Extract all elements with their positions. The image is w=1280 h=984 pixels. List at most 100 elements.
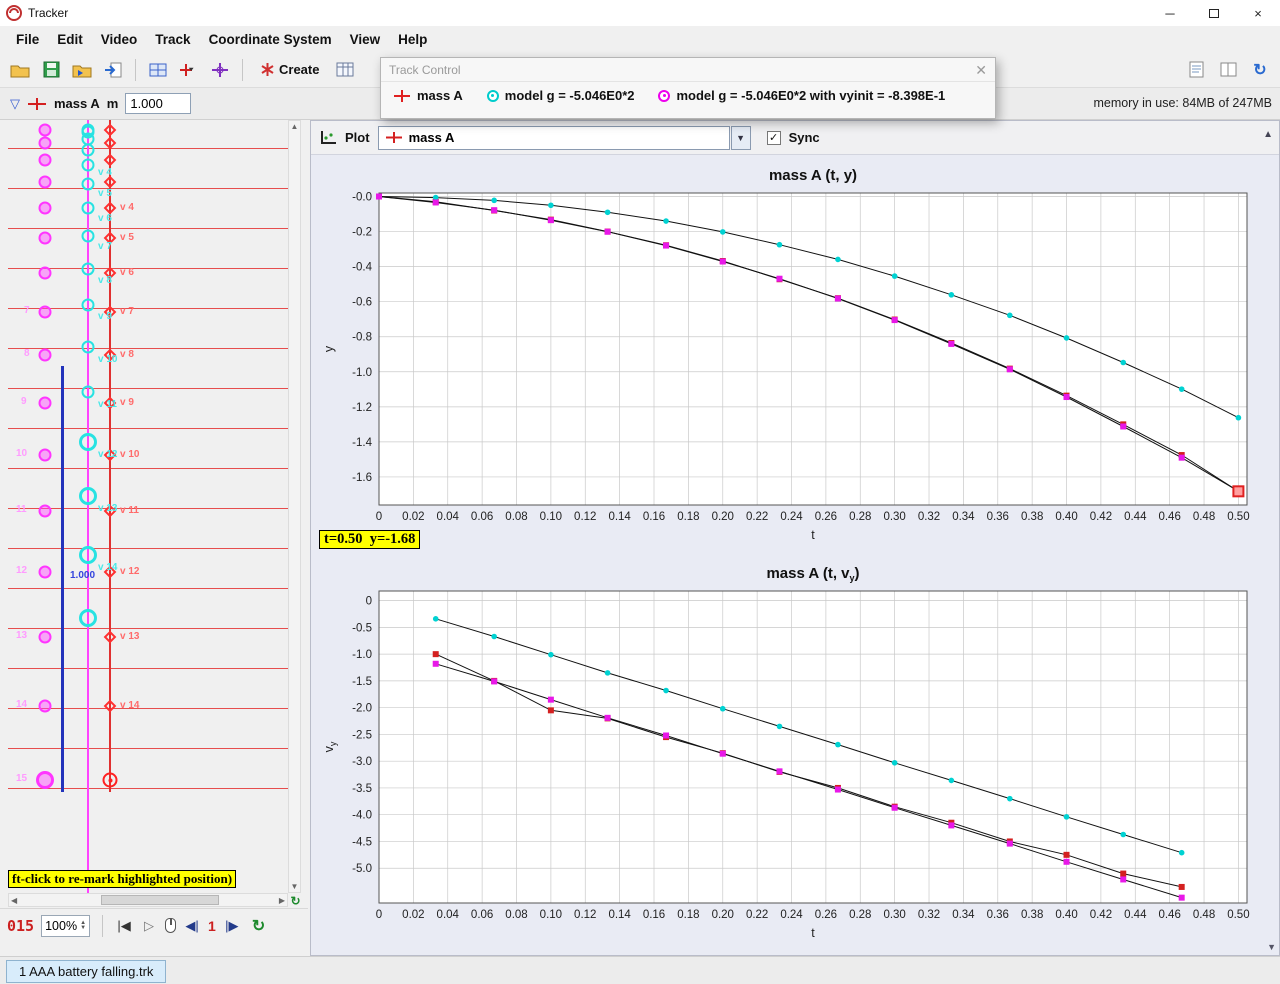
model-g-point[interactable] (82, 178, 95, 191)
sync-checkbox[interactable]: ✓ (767, 131, 781, 145)
reset-button[interactable]: |◀ (115, 918, 133, 934)
model-vyinit-point[interactable] (39, 349, 52, 362)
track-control-close-icon[interactable]: ✕ (975, 62, 987, 79)
data-point[interactable] (892, 317, 898, 323)
data-point[interactable] (433, 651, 439, 657)
data-point[interactable] (433, 661, 439, 667)
plot-y-vs-t[interactable]: 00.020.040.060.080.100.120.140.160.180.2… (319, 159, 1271, 549)
model-vyinit-point[interactable] (39, 202, 52, 215)
plot-area[interactable] (379, 193, 1247, 505)
data-point[interactable] (1120, 423, 1126, 429)
data-point[interactable] (776, 768, 782, 774)
data-point[interactable] (491, 678, 497, 684)
dropdown-arrow-button[interactable]: ▼ (731, 126, 751, 150)
data-point[interactable] (433, 199, 439, 205)
mass-a-point[interactable] (104, 631, 117, 644)
video-vertical-scrollbar[interactable]: ▲ ▼ (288, 120, 301, 893)
loop-button[interactable]: ↻ (252, 916, 265, 936)
model-vyinit-point[interactable] (39, 124, 52, 137)
model-vyinit-point[interactable] (39, 631, 52, 644)
data-point[interactable] (1120, 832, 1126, 838)
mass-a-point[interactable] (103, 773, 118, 788)
menu-coordinate-system[interactable]: Coordinate System (201, 30, 340, 49)
data-point[interactable] (1007, 796, 1013, 802)
clip-settings-button[interactable] (144, 56, 172, 83)
mouse-step-icon[interactable] (165, 918, 176, 933)
data-point[interactable] (948, 341, 954, 347)
model-vyinit-point[interactable] (39, 700, 52, 713)
data-point[interactable] (548, 202, 554, 208)
data-point[interactable] (605, 229, 611, 235)
data-point[interactable] (1007, 366, 1013, 372)
video-canvas[interactable]: ft-click to re-mark highlighted position… (8, 120, 288, 893)
layout-button[interactable] (1214, 56, 1242, 83)
file-tab[interactable]: 1 AAA battery falling.trk (6, 960, 166, 983)
data-point[interactable] (1120, 871, 1126, 877)
data-point[interactable] (433, 616, 439, 622)
data-point[interactable] (605, 670, 611, 676)
data-point[interactable] (1064, 335, 1070, 341)
data-point[interactable] (1064, 814, 1070, 820)
model-g-point[interactable] (82, 144, 95, 157)
scroll-up-icon[interactable]: ▲ (289, 122, 300, 131)
data-point[interactable] (491, 634, 497, 640)
data-point[interactable] (720, 229, 726, 235)
data-point[interactable] (1179, 850, 1185, 856)
model-g-point[interactable] (82, 159, 95, 172)
track-menu-button[interactable]: ▽ (10, 96, 20, 112)
mass-value-field[interactable] (125, 93, 191, 114)
plot-vy-vs-t[interactable]: 00.020.040.060.080.100.120.140.160.180.2… (319, 557, 1271, 947)
track-name-label[interactable]: mass A (54, 96, 100, 111)
data-point[interactable] (1120, 360, 1126, 366)
data-point[interactable] (491, 198, 497, 204)
data-point[interactable] (1064, 852, 1070, 858)
data-point[interactable] (548, 707, 554, 713)
data-point[interactable] (1007, 841, 1013, 847)
zoom-control[interactable]: 100% ▲▼ (41, 915, 90, 937)
data-point[interactable] (491, 207, 497, 213)
data-point[interactable] (1064, 859, 1070, 865)
selected-point[interactable] (1233, 486, 1243, 496)
data-point[interactable] (892, 273, 898, 279)
close-button[interactable]: × (1236, 0, 1280, 26)
data-point[interactable] (949, 292, 955, 298)
model-g-point[interactable] (79, 609, 97, 627)
model-vyinit-point[interactable] (39, 449, 52, 462)
measurement-line[interactable] (61, 366, 64, 792)
model-g-point[interactable] (79, 487, 97, 505)
data-point[interactable] (548, 697, 554, 703)
data-point[interactable] (892, 760, 898, 766)
menu-video[interactable]: Video (93, 30, 146, 49)
data-point[interactable] (777, 242, 783, 248)
model-vyinit-point[interactable] (39, 137, 52, 150)
menu-file[interactable]: File (8, 30, 47, 49)
open-button[interactable] (6, 56, 34, 83)
model-vyinit-point[interactable] (39, 505, 52, 518)
import-button[interactable] (99, 56, 127, 83)
notes-button[interactable] (1182, 56, 1210, 83)
menu-help[interactable]: Help (390, 30, 435, 49)
model-g-point[interactable] (82, 341, 95, 354)
zoom-spinner-icon[interactable]: ▲▼ (80, 921, 86, 931)
panel-resize-icon[interactable]: ▼ (1267, 942, 1276, 952)
data-point[interactable] (1179, 386, 1185, 392)
scroll-left-icon[interactable]: ◀ (11, 896, 17, 905)
data-point[interactable] (1120, 876, 1126, 882)
plot-track-dropdown[interactable]: mass A (378, 126, 730, 150)
track-control-titlebar[interactable]: Track Control ✕ (381, 58, 995, 82)
data-point[interactable] (949, 778, 955, 784)
data-point[interactable] (605, 209, 611, 215)
model-g-point[interactable] (82, 299, 95, 312)
data-point[interactable] (663, 732, 669, 738)
data-point[interactable] (1179, 895, 1185, 901)
scroll-right-icon[interactable]: ▶ (279, 896, 285, 905)
track-marker-button[interactable] (175, 56, 203, 83)
data-point[interactable] (605, 715, 611, 721)
scrollbar-thumb[interactable] (101, 895, 219, 905)
data-point[interactable] (720, 259, 726, 265)
data-point[interactable] (1007, 313, 1013, 319)
data-point[interactable] (776, 276, 782, 282)
model-vyinit-point[interactable] (39, 232, 52, 245)
data-point[interactable] (835, 787, 841, 793)
collapse-plots-icon[interactable]: ▲ (1263, 129, 1273, 140)
